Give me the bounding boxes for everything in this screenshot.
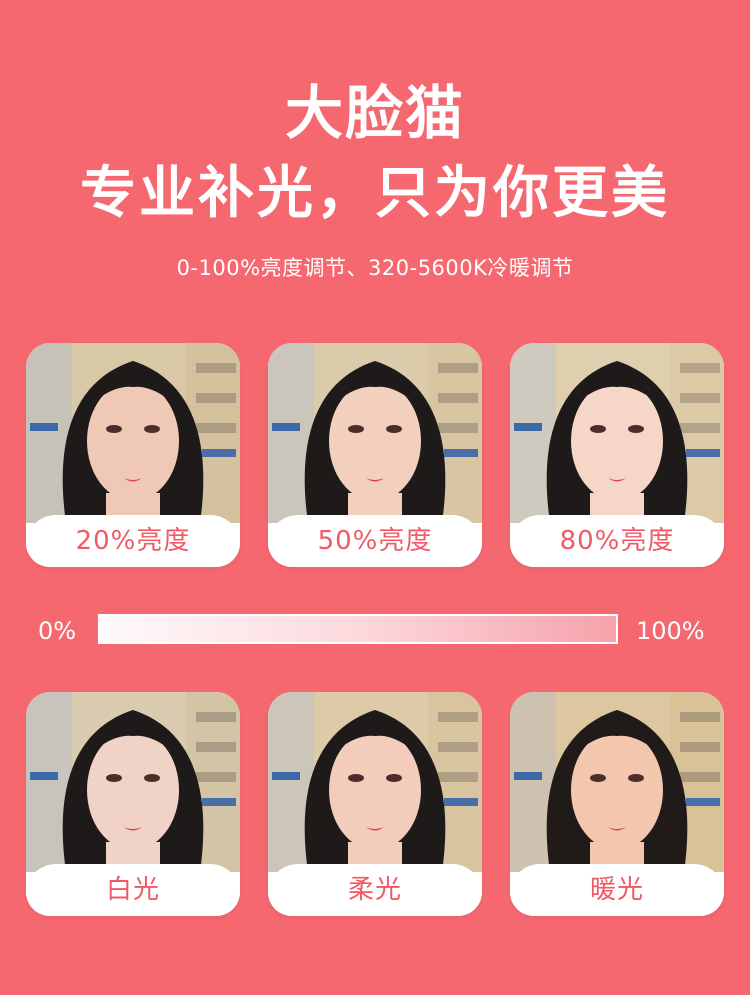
portrait-photo — [26, 343, 240, 523]
warm-light-card: 暖光 — [510, 692, 724, 916]
feature-tagline: 0-100%亮度调节、320-5600K冷暖调节 — [176, 256, 574, 280]
light-mode-label: 白光 — [26, 864, 240, 916]
portrait-photo — [268, 343, 482, 523]
portrait-photo — [510, 343, 724, 523]
brightness-gradient-bar — [98, 614, 618, 644]
portrait-photo — [510, 692, 724, 872]
light-mode-label: 暖光 — [510, 864, 724, 916]
brightness-label: 50%亮度 — [268, 515, 482, 567]
brightness-card-50: 50%亮度 — [268, 343, 482, 567]
scale-min-label: 0% — [38, 617, 77, 645]
page-subtitle: 专业补光，只为你更美 — [80, 161, 670, 226]
soft-light-card: 柔光 — [268, 692, 482, 916]
portrait-photo — [26, 692, 240, 872]
white-light-card: 白光 — [26, 692, 240, 916]
page-title: 大脸猫 — [284, 79, 465, 147]
brightness-card-20: 20%亮度 — [26, 343, 240, 567]
portrait-photo — [268, 692, 482, 872]
scale-max-label: 100% — [636, 617, 705, 645]
light-mode-label: 柔光 — [268, 864, 482, 916]
brightness-card-80: 80%亮度 — [510, 343, 724, 567]
brightness-label: 20%亮度 — [26, 515, 240, 567]
brightness-label: 80%亮度 — [510, 515, 724, 567]
